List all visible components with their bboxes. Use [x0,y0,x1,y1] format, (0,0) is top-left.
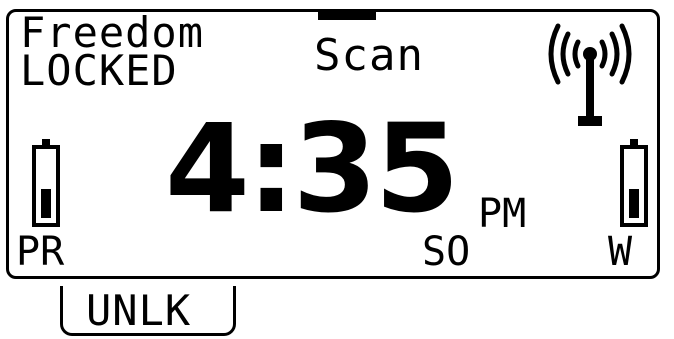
clock-time: 4:35 [165,98,459,240]
battery-right-fill [629,189,639,218]
battery-left-fill [41,189,51,218]
battery-left-icon [32,139,60,227]
indicator-label-pr: PR [16,229,65,275]
indicator-label-so: SO [422,229,471,275]
scan-indicator-bar [318,12,376,20]
clock-period: PM [478,191,527,237]
unlock-softkey-label[interactable]: UNLK [86,290,191,332]
antenna-signal-icon [548,23,632,126]
mode-label: Scan [314,30,424,81]
lock-status: LOCKED [20,46,178,95]
battery-right-icon [620,139,648,227]
indicator-label-w: W [608,229,633,275]
